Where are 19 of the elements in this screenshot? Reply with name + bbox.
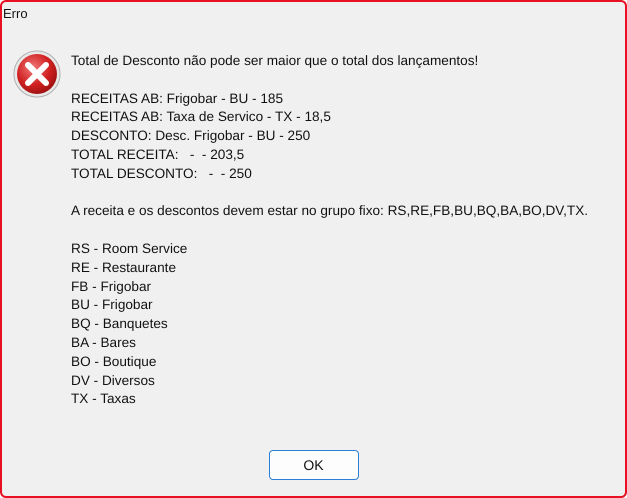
window-title: Erro xyxy=(2,5,29,23)
message-line: DV - Diversos xyxy=(71,372,156,390)
error-icon xyxy=(13,50,61,98)
message-line: TX - Taxas xyxy=(71,390,137,408)
message-line: A receita e os descontos devem estar no grupo fixo: RS,RE,FB,BU,BQ,BA,BO,DV,TX. xyxy=(71,202,588,220)
message-line: RECEITAS AB: Taxa de Servico - TX - 18,5 xyxy=(71,108,332,126)
message-line: RS - Room Service xyxy=(71,240,188,258)
message-line: BO - Boutique xyxy=(71,352,158,371)
message-line: BA - Bares xyxy=(71,334,137,352)
message-line: DESCONTO: Desc. Frigobar - BU - 250 xyxy=(71,127,312,146)
message-line: Total de Desconto não pode ser maior que o total dos lançamentos! xyxy=(71,52,480,70)
message-line: RE - Restaurante xyxy=(71,258,178,277)
message-line: FB - Frigobar xyxy=(71,278,152,296)
message-line: RECEITAS AB: Frigobar - BU - 185 xyxy=(71,90,284,108)
message-line: TOTAL DESCONTO: - - 250 xyxy=(71,164,253,183)
ok-button[interactable]: OK xyxy=(268,450,358,480)
message-line: BQ - Banquetes xyxy=(71,315,169,334)
message-line: TOTAL RECEITA: - - 203,5 xyxy=(71,146,246,164)
message-line: BU - Frigobar xyxy=(71,296,154,314)
